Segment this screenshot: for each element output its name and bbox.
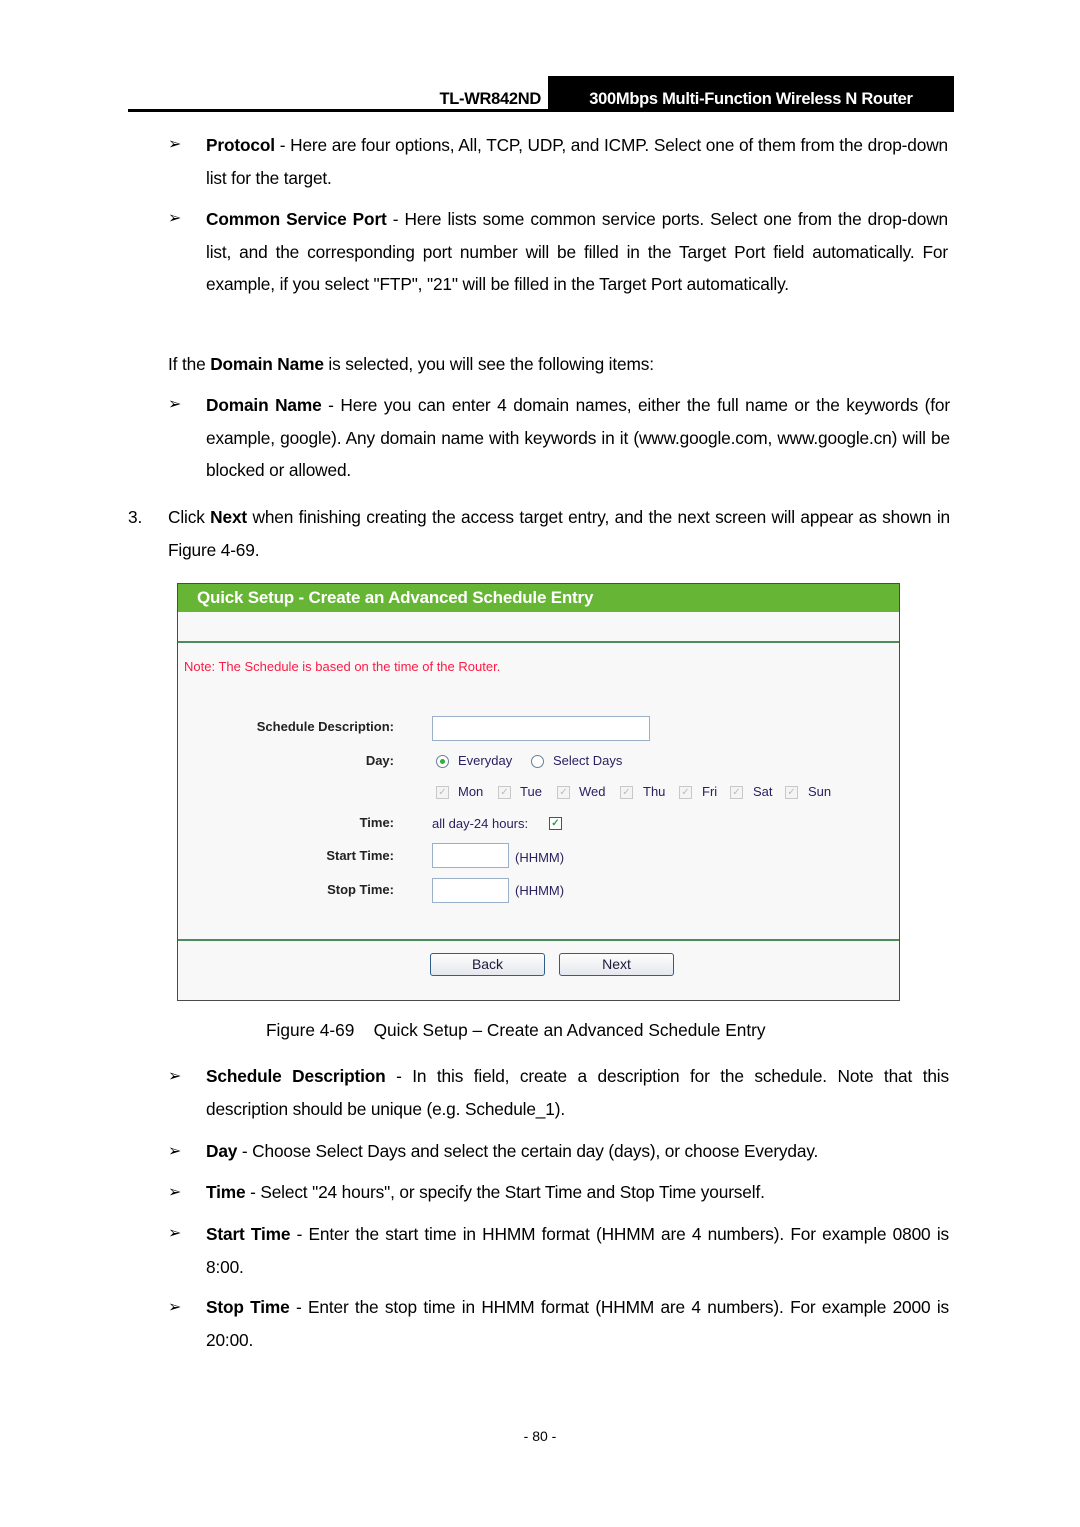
description: - Here are four options, All, TCP, UDP, … <box>206 135 948 188</box>
bullet-arrow-icon: ➢ <box>168 1143 182 1160</box>
text: is selected, you will see the following … <box>323 354 654 374</box>
stop-time-label: Stop Time: <box>327 882 394 897</box>
text: when finishing creating the access targe… <box>168 507 951 560</box>
schedule-description-label: Schedule Description: <box>256 719 394 734</box>
all-day-label: all day-24 hours: <box>432 816 529 831</box>
checkbox-wed[interactable]: ✓ <box>557 786 570 799</box>
bullet-arrow-icon: ➢ <box>168 1299 182 1316</box>
bullet-protocol: Protocol - Here are four options, All, T… <box>206 129 948 194</box>
page-header: TL-WR842ND 300Mbps Multi-Function Wirele… <box>128 76 954 112</box>
day-label-wed: Wed <box>579 784 606 799</box>
next-button[interactable]: Next <box>559 953 674 976</box>
term: Domain Name <box>206 395 322 415</box>
term: Schedule Description <box>206 1066 386 1086</box>
radio-select-days[interactable] <box>531 755 544 768</box>
text: Click <box>168 507 211 527</box>
bullet-arrow-icon: ➢ <box>168 1068 182 1085</box>
radio-selected-dot <box>440 759 445 764</box>
bullet-start-time: Start Time - Enter the start time in HHM… <box>206 1218 949 1283</box>
text: If the <box>168 354 211 374</box>
day-label-mon: Mon <box>458 784 484 799</box>
day-label: Day: <box>365 753 394 768</box>
stop-time-format-hint: (HHMM) <box>515 883 565 898</box>
header-rule <box>128 109 954 112</box>
bullet-time: Time - Select "24 hours", or specify the… <box>206 1176 949 1209</box>
bullet-common-service-port: Common Service Port - Here lists some co… <box>206 203 948 301</box>
figure-title-bar: Quick Setup - Create an Advanced Schedul… <box>178 584 899 612</box>
bullet-arrow-icon: ➢ <box>168 396 182 413</box>
day-label-sat: Sat <box>753 784 773 799</box>
schedule-description-input[interactable] <box>432 716 650 741</box>
checkbox-thu[interactable]: ✓ <box>620 786 633 799</box>
day-label-sun: Sun <box>808 784 832 799</box>
description: - Choose Select Days and select the cert… <box>237 1141 819 1161</box>
schedule-note: Note: The Schedule is based on the time … <box>184 659 501 674</box>
separator <box>178 939 899 941</box>
radio-everyday[interactable] <box>436 755 449 768</box>
schedule-entry-figure: Quick Setup - Create an Advanced Schedul… <box>177 583 900 1001</box>
header-product: 300Mbps Multi-Function Wireless N Router <box>548 76 954 109</box>
bullet-arrow-icon: ➢ <box>168 136 182 153</box>
day-label-thu: Thu <box>643 784 666 799</box>
bullet-stop-time: Stop Time - Enter the stop time in HHMM … <box>206 1291 949 1356</box>
separator <box>178 641 899 643</box>
term: Stop Time <box>206 1297 290 1317</box>
day-label-fri: Fri <box>702 784 718 799</box>
start-time-input[interactable] <box>432 843 509 868</box>
description: - Enter the start time in HHMM format (H… <box>206 1224 949 1277</box>
start-time-label: Start Time: <box>326 848 394 863</box>
bullet-schedule-description: Schedule Description - In this field, cr… <box>206 1060 949 1125</box>
domain-intro: If the Domain Name is selected, you will… <box>168 348 948 381</box>
checkbox-fri[interactable]: ✓ <box>679 786 692 799</box>
day-label-tue: Tue <box>520 784 542 799</box>
checkbox-sun[interactable]: ✓ <box>785 786 798 799</box>
stop-time-input[interactable] <box>432 878 509 903</box>
term: Domain Name <box>210 354 324 374</box>
term: Next <box>210 507 248 527</box>
bullet-day: Day - Choose Select Days and select the … <box>206 1135 949 1168</box>
checkbox-mon[interactable]: ✓ <box>436 786 449 799</box>
back-button[interactable]: Back <box>430 953 545 976</box>
term: Start Time <box>206 1224 291 1244</box>
bullet-domain-name: Domain Name - Here you can enter 4 domai… <box>206 389 950 487</box>
description: - Enter the stop time in HHMM format (HH… <box>206 1297 949 1350</box>
figure-caption: Figure 4-69 Quick Setup – Create an Adva… <box>266 1020 766 1040</box>
checkbox-all-day[interactable]: ✓ <box>549 817 562 830</box>
page-number: - 80 - <box>523 1428 557 1444</box>
checkbox-tue[interactable]: ✓ <box>498 786 511 799</box>
step-number: 3. <box>128 507 143 527</box>
header-model: TL-WR842ND <box>439 90 541 108</box>
select-days-label[interactable]: Select Days <box>553 753 622 768</box>
checkbox-sat[interactable]: ✓ <box>730 786 743 799</box>
time-label: Time: <box>359 815 394 830</box>
description: - Select "24 hours", or specify the Star… <box>245 1182 765 1202</box>
term: Protocol <box>206 135 275 155</box>
term: Day <box>206 1141 238 1161</box>
bullet-arrow-icon: ➢ <box>168 1184 182 1201</box>
term: Common Service Port <box>206 209 387 229</box>
bullet-arrow-icon: ➢ <box>168 1225 182 1242</box>
term: Time <box>206 1182 246 1202</box>
bullet-arrow-icon: ➢ <box>168 210 182 227</box>
everyday-label[interactable]: Everyday <box>458 753 512 768</box>
step-3-text: Click Next when finishing creating the a… <box>168 501 950 566</box>
start-time-format-hint: (HHMM) <box>515 850 565 865</box>
